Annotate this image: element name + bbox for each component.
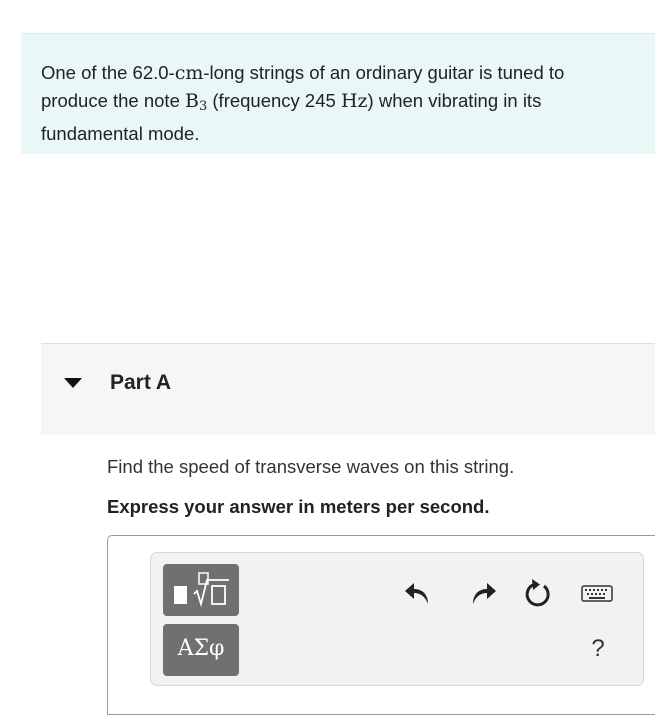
- problem-text-part: (frequency 245: [207, 90, 341, 111]
- greek-symbols-button[interactable]: ΑΣφ: [163, 624, 239, 676]
- keyboard-icon[interactable]: [579, 575, 615, 611]
- unit-hz: Hz: [340, 90, 368, 112]
- math-toolbar: ΑΣφ ?: [150, 552, 644, 686]
- problem-text-part: One of the 62.0-: [41, 62, 175, 83]
- answer-format-instruction: Express your answer in meters per second…: [107, 496, 490, 517]
- problem-statement-text: One of the 62.0-cm-long strings of an or…: [41, 59, 641, 147]
- question-instruction: Find the speed of transverse waves on th…: [107, 456, 515, 477]
- collapse-caret-icon[interactable]: [64, 378, 82, 388]
- templates-icon: [174, 572, 229, 608]
- redo-icon[interactable]: [464, 575, 500, 611]
- templates-button[interactable]: [163, 564, 239, 616]
- problem-text-part: ) when vibrating in its: [367, 90, 542, 111]
- problem-text-part: produce the note: [41, 90, 185, 111]
- note-letter: B: [185, 90, 199, 112]
- problem-text-part: -long strings of an ordinary guitar is t…: [203, 62, 565, 83]
- help-icon[interactable]: ?: [583, 635, 613, 663]
- part-a-header[interactable]: Part A: [41, 343, 655, 435]
- undo-icon[interactable]: [401, 575, 437, 611]
- problem-text-part: fundamental mode.: [41, 123, 200, 144]
- problem-statement-box: One of the 62.0-cm-long strings of an or…: [21, 33, 655, 154]
- note-octave: 3: [198, 99, 208, 114]
- reset-icon[interactable]: [519, 575, 555, 611]
- unit-cm: cm: [174, 62, 204, 84]
- greek-symbols-label: ΑΣφ: [177, 636, 225, 661]
- part-title: Part A: [110, 371, 172, 394]
